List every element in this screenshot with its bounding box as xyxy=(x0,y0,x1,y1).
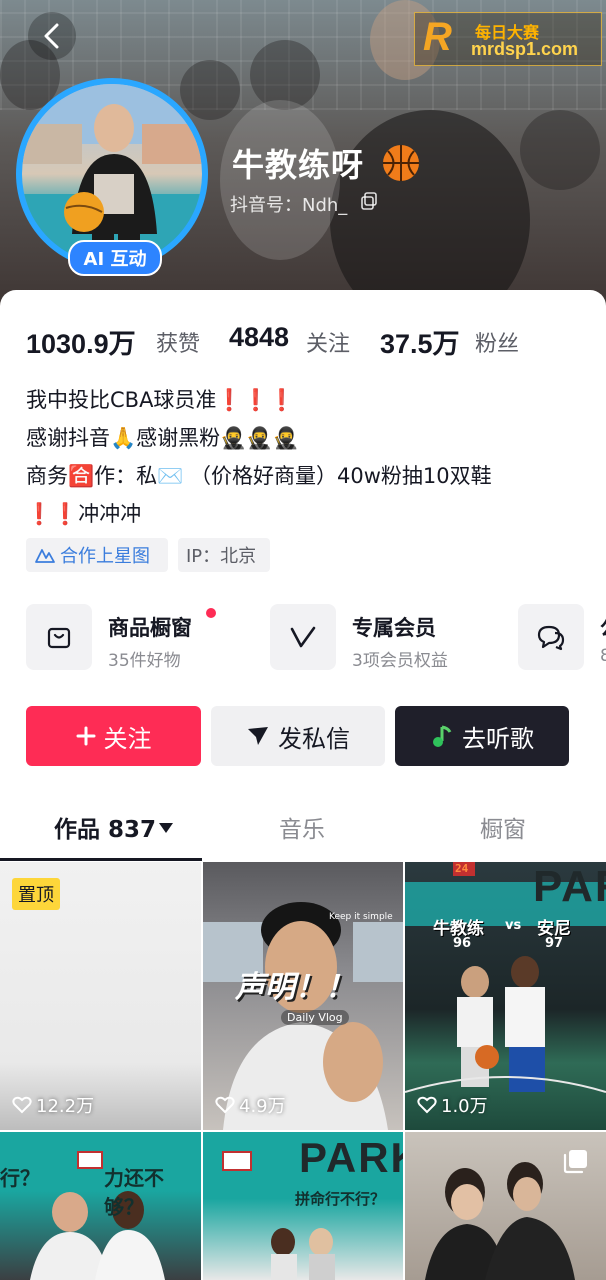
video-likes-count: 12.2万 xyxy=(36,1096,95,1117)
member-entry[interactable] xyxy=(270,604,336,670)
shop-window-sub: 35件好物 xyxy=(108,651,181,671)
ai-interact-badge[interactable]: AI 互动 xyxy=(68,240,162,276)
copy-icon[interactable] xyxy=(361,192,377,210)
active-tab-indicator xyxy=(0,858,202,861)
ip-location-tag: IP：北京 xyxy=(178,538,270,572)
chevron-left-icon xyxy=(44,23,59,49)
bio-line: 商务🈴作：私✉️ （价格好商量）40w粉抽10双鞋 xyxy=(26,464,492,488)
video-likes-count: 1.0万 xyxy=(441,1096,488,1117)
matchup-vs: vs xyxy=(505,918,522,933)
message-button[interactable]: 发私信 xyxy=(211,706,385,766)
park-sign: PAR xyxy=(533,862,606,911)
video-thumbnail[interactable]: PARK 拼命行不行？ xyxy=(203,1132,403,1280)
video-tag-caption: Daily Vlog xyxy=(281,1010,349,1025)
member-sub: 3项会员权益 xyxy=(352,651,448,671)
video-likes: 1.0万 xyxy=(417,1092,488,1118)
watermark-r: R xyxy=(423,15,452,59)
video-likes: 4.9万 xyxy=(215,1092,286,1118)
video-overlay-text: 行？ xyxy=(0,1166,40,1190)
video-thumbnail[interactable]: Keep it simple 声明！！ Daily Vlog 4.9万 xyxy=(203,862,403,1130)
tab-shop-window[interactable]: 橱窗 xyxy=(480,810,526,844)
avatar[interactable] xyxy=(22,84,202,264)
tab-works[interactable]: 作品 837 xyxy=(54,810,156,844)
follow-button[interactable]: 关注 xyxy=(26,706,201,766)
new-dot xyxy=(206,608,216,618)
chat-group-icon xyxy=(537,625,565,651)
star-map-label: 合作上星图 xyxy=(60,546,150,567)
video-thumbnail[interactable]: 置顶 12.2万 xyxy=(0,862,201,1130)
watermark-logo: R 每日大赛 mrdsp1.com xyxy=(414,12,602,66)
basketball-icon xyxy=(383,145,419,181)
shopping-bag-icon xyxy=(47,627,71,649)
group-chat-title[interactable]: 公 xyxy=(600,612,606,642)
following-count[interactable]: 4848 xyxy=(229,322,289,353)
video-thumbnail[interactable]: 24 PAR 牛教练 vs 安尼 96 97 1.0万 xyxy=(405,862,606,1130)
star-map-tag[interactable]: 合作上星图 xyxy=(26,538,168,572)
watermark-line2: mrdsp1.com xyxy=(471,39,579,59)
park-sign: PARK xyxy=(299,1134,403,1181)
member-title[interactable]: 专属会员 xyxy=(352,612,436,642)
video-small-caption: Keep it simple xyxy=(329,912,393,922)
video-overlay-text: 拼命行不行？ xyxy=(295,1190,386,1208)
back-button[interactable] xyxy=(28,12,76,60)
plus-icon xyxy=(76,726,95,746)
multi-image-icon xyxy=(563,1150,587,1174)
bio-line: ❗❗冲冲冲 xyxy=(26,502,142,526)
avatar-photo xyxy=(22,84,202,264)
matchup-right-score: 97 xyxy=(545,936,564,951)
video-thumbnail[interactable]: 行？ 力还不够？ xyxy=(0,1132,201,1280)
video-likes-count: 4.9万 xyxy=(239,1096,286,1117)
likes-label: 获赞 xyxy=(156,332,201,357)
douyin-id: 抖音号：Ndh_ xyxy=(230,195,348,216)
v-member-icon xyxy=(290,626,316,648)
video-likes: 12.2万 xyxy=(12,1092,94,1118)
music-note-icon xyxy=(433,725,452,747)
video-thumbnail[interactable] xyxy=(405,1132,606,1280)
star-map-icon xyxy=(35,549,55,563)
heart-icon xyxy=(417,1096,437,1114)
pinned-badge: 置顶 xyxy=(12,878,60,910)
shop-window-title[interactable]: 商品橱窗 xyxy=(108,612,192,642)
message-label: 发私信 xyxy=(278,724,350,753)
group-chat-sub: 8 xyxy=(600,646,606,666)
cover-figure xyxy=(520,110,600,190)
matchup-left-score: 96 xyxy=(453,936,472,951)
heart-icon xyxy=(12,1096,32,1114)
video-overlay-text: 力还不够？ xyxy=(104,1166,164,1219)
shop-window-entry[interactable] xyxy=(26,604,92,670)
caret-down-icon[interactable] xyxy=(158,822,174,834)
cover-figure xyxy=(180,60,240,120)
tab-music[interactable]: 音乐 xyxy=(279,810,325,844)
following-label[interactable]: 关注 xyxy=(306,326,350,358)
video-caption: 声明！！ xyxy=(235,970,355,1005)
follow-label: 关注 xyxy=(103,724,152,753)
likes-count: 1030.9万 xyxy=(26,329,136,359)
listen-music-label: 去听歌 xyxy=(462,724,534,753)
scoreboard: 24 xyxy=(455,862,469,875)
profile-nickname: 牛教练呀 xyxy=(232,146,365,184)
listen-music-button[interactable]: 去听歌 xyxy=(395,706,569,766)
followers-count[interactable]: 37.5万 xyxy=(380,322,460,361)
heart-icon xyxy=(215,1096,235,1114)
send-icon xyxy=(248,727,268,745)
group-chat-entry[interactable] xyxy=(518,604,584,670)
followers-label[interactable]: 粉丝 xyxy=(475,326,519,358)
bio-line: 我中投比CBA球员准❗❗❗ xyxy=(26,388,295,412)
bio-line: 感谢抖音🙏感谢黑粉🥷🥷🥷 xyxy=(26,426,299,450)
